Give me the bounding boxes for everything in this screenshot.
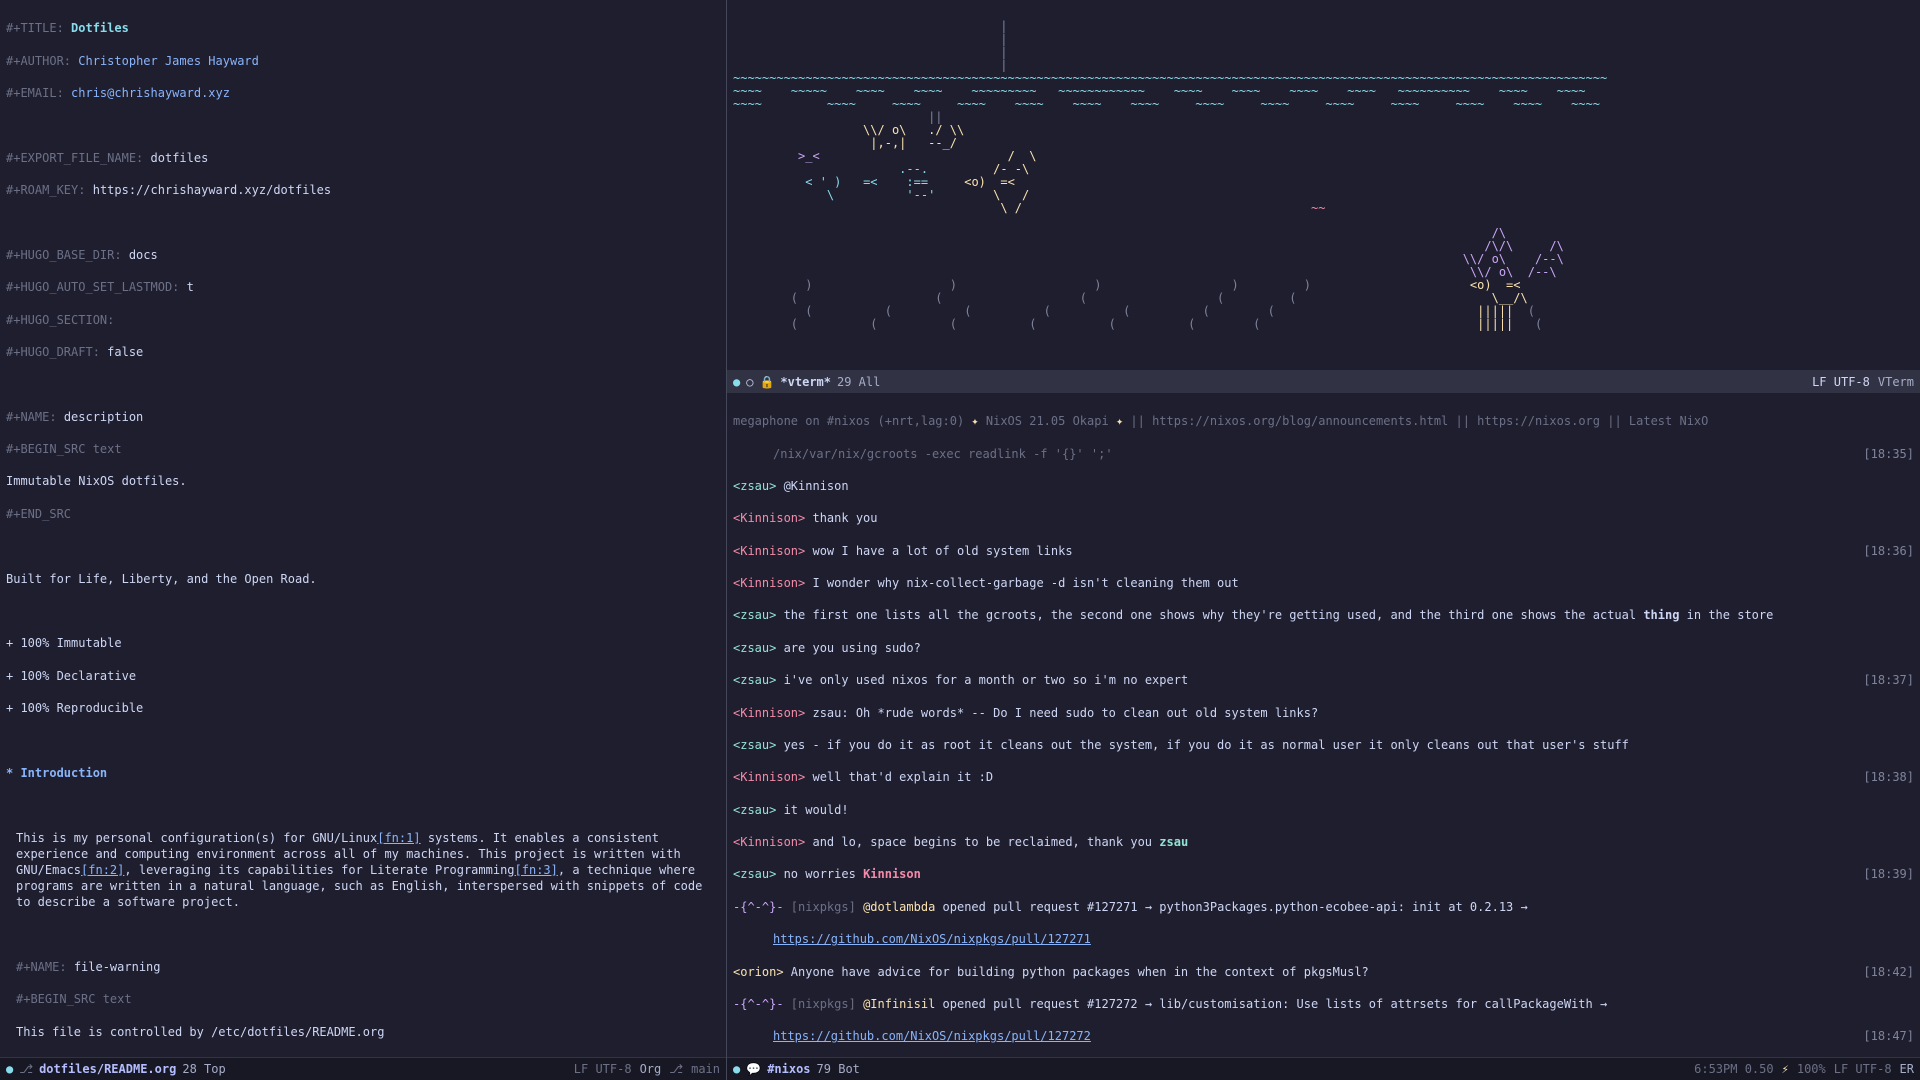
org-buffer[interactable]: #+TITLE: Dotfiles #+AUTHOR: Christopher … [0,0,727,1080]
buffer-name: #nixos [767,1061,810,1077]
vterm-buffer[interactable]: | | | | ~~~~~~~~~~~~~~~~~~~~~~~~~~~~~~~~… [727,0,1920,393]
modified-icon: ● [6,1061,13,1077]
modeline-vterm: ● ○ 🔒 *vterm* 29 All LF UTF-8 VTerm [727,370,1920,393]
link-pr-127272[interactable]: https://github.com/NixOS/nixpkgs/pull/12… [773,1029,1091,1043]
irc-nick: <zsau> [733,479,776,493]
org-title: Dotfiles [71,21,129,35]
irc-nick: <Kinnison> [733,511,805,525]
modified-icon: ● [733,1061,740,1077]
readonly-icon: ○ [746,374,753,390]
lock-icon: 🔒 [759,374,774,390]
buffer-name: *vterm* [780,374,831,390]
footnote-3[interactable]: [fn:3] [515,863,558,877]
modified-icon: ● [733,374,740,390]
branch-icon: ⎇ [669,1061,683,1077]
heading-introduction[interactable]: * Introduction [6,765,720,781]
footnote-2[interactable]: [fn:2] [81,863,124,877]
chat-icon: 💬 [746,1061,761,1077]
footnote-1[interactable]: [fn:1] [377,831,420,845]
ascii-art: | | | | ~~~~~~~~~~~~~~~~~~~~~~~~~~~~~~~~… [733,20,1914,331]
position: 28 Top [182,1061,225,1077]
clock: 6:53PM 0.50 [1694,1061,1773,1077]
org-keyword: #+TITLE: [6,21,64,35]
git-icon: ⎇ [19,1061,33,1077]
battery-icon: ⚡ [1782,1061,1789,1077]
timestamp: [18:35] [1863,446,1914,462]
link-pr-127271[interactable]: https://github.com/NixOS/nixpkgs/pull/12… [773,932,1091,946]
erc-buffer[interactable]: megaphone on #nixos (+nrt,lag:0) ✦ NixOS… [727,393,1920,1080]
modeline-org: ● ⎇ dotfiles/README.org 28 Top LF UTF-8 … [0,1057,726,1080]
buffer-name: dotfiles/README.org [39,1061,176,1077]
modeline-erc: ● 💬 #nixos 79 Bot 6:53PM 0.50 ⚡ 100% LF … [727,1057,1920,1080]
